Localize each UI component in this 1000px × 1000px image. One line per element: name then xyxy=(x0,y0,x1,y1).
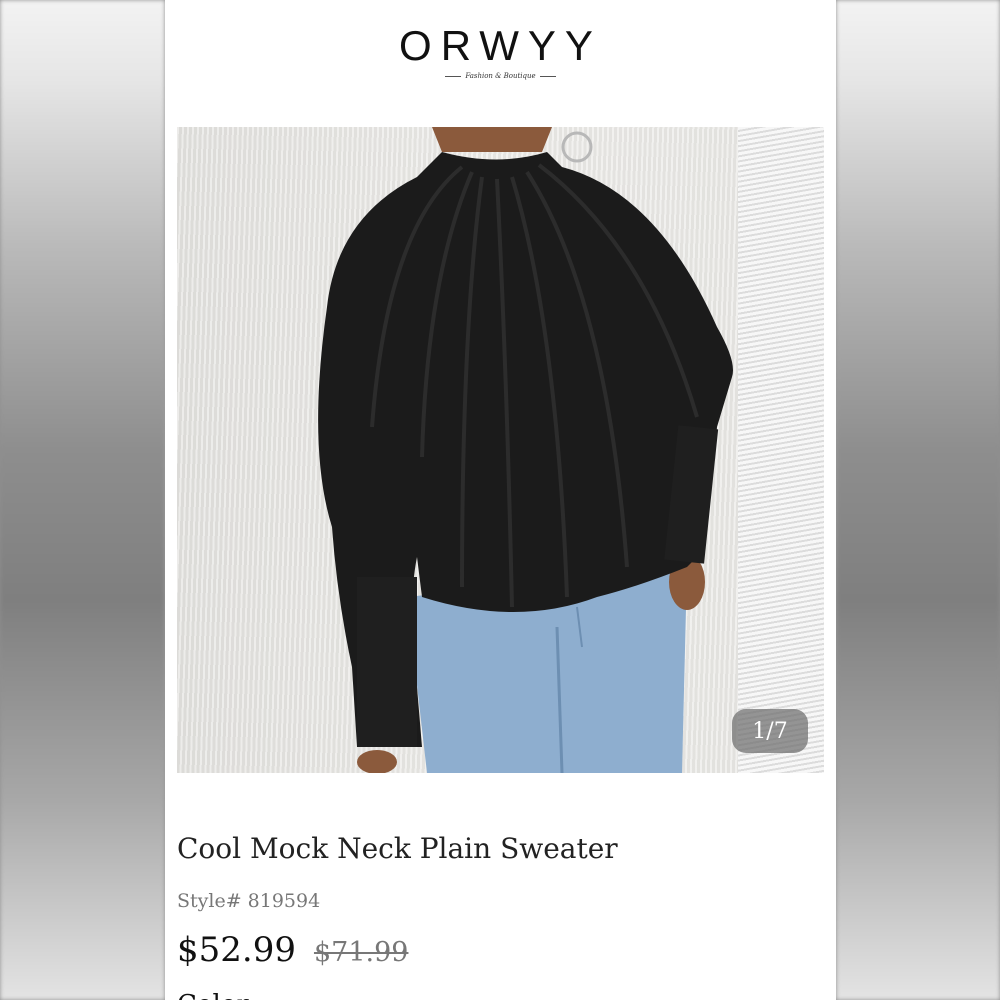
earring xyxy=(561,131,593,163)
left-cuff xyxy=(357,577,417,747)
left-hand xyxy=(357,750,397,773)
current-price: $52.99 xyxy=(177,930,296,970)
background-blur-left xyxy=(0,0,165,1000)
product-style-number: Style# 819594 xyxy=(177,890,321,912)
brand-logo[interactable]: ORWYY xyxy=(165,22,836,70)
price-row: $52.99 $71.99 xyxy=(177,930,408,970)
product-title: Cool Mock Neck Plain Sweater xyxy=(177,832,618,865)
color-section-label: Color xyxy=(177,990,249,1000)
brand-tagline: Fashion & Boutique xyxy=(165,72,836,80)
background-blur-right xyxy=(836,0,1000,1000)
product-photo xyxy=(318,127,733,773)
product-image[interactable]: 1/7 xyxy=(177,127,824,773)
original-price: $71.99 xyxy=(313,937,409,968)
header: ORWYY Fashion & Boutique xyxy=(165,0,836,110)
image-counter-badge: 1/7 xyxy=(732,709,808,753)
neck xyxy=(432,127,552,152)
product-screen: ORWYY Fashion & Boutique 1/7 Cool Mock N… xyxy=(165,0,836,1000)
